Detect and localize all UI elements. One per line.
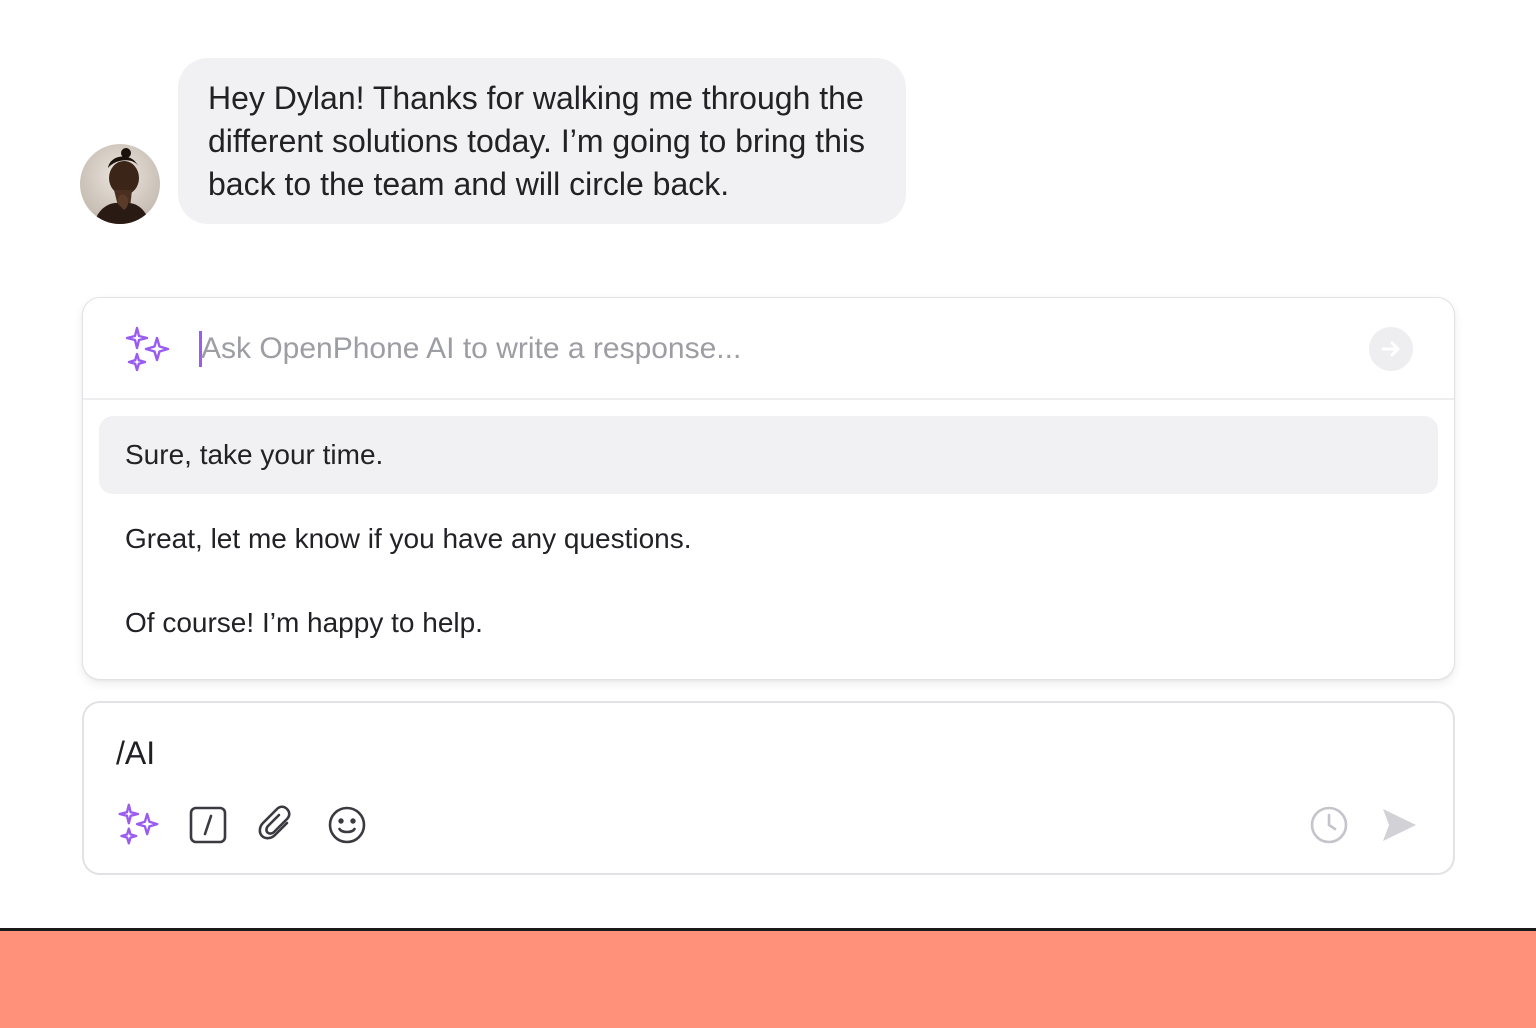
ai-prompt-bar [83, 298, 1454, 400]
ai-submit-button[interactable] [1369, 327, 1413, 371]
ai-response-panel: Sure, take your time. Great, let me know… [82, 297, 1455, 680]
suggestion-item[interactable]: Sure, take your time. [99, 416, 1438, 494]
sparkle-icon[interactable] [116, 803, 160, 847]
incoming-message-row: Hey Dylan! Thanks for walking me through… [80, 58, 906, 224]
clock-icon[interactable] [1307, 803, 1351, 847]
composer-input[interactable]: /AI [116, 735, 155, 772]
suggestion-item[interactable]: Of course! I’m happy to help. [99, 584, 1438, 662]
suggestion-item[interactable]: Great, let me know if you have any quest… [99, 500, 1438, 578]
avatar[interactable] [80, 144, 160, 224]
message-bubble: Hey Dylan! Thanks for walking me through… [178, 58, 906, 224]
footer-band [0, 928, 1536, 1028]
send-icon[interactable] [1377, 803, 1421, 847]
sparkle-icon [123, 326, 171, 374]
ai-prompt-input[interactable] [201, 322, 1351, 376]
emoji-icon[interactable] [325, 803, 369, 847]
slash-command-icon[interactable] [186, 803, 230, 847]
paperclip-icon[interactable] [255, 803, 299, 847]
message-composer[interactable]: /AI [82, 701, 1455, 875]
